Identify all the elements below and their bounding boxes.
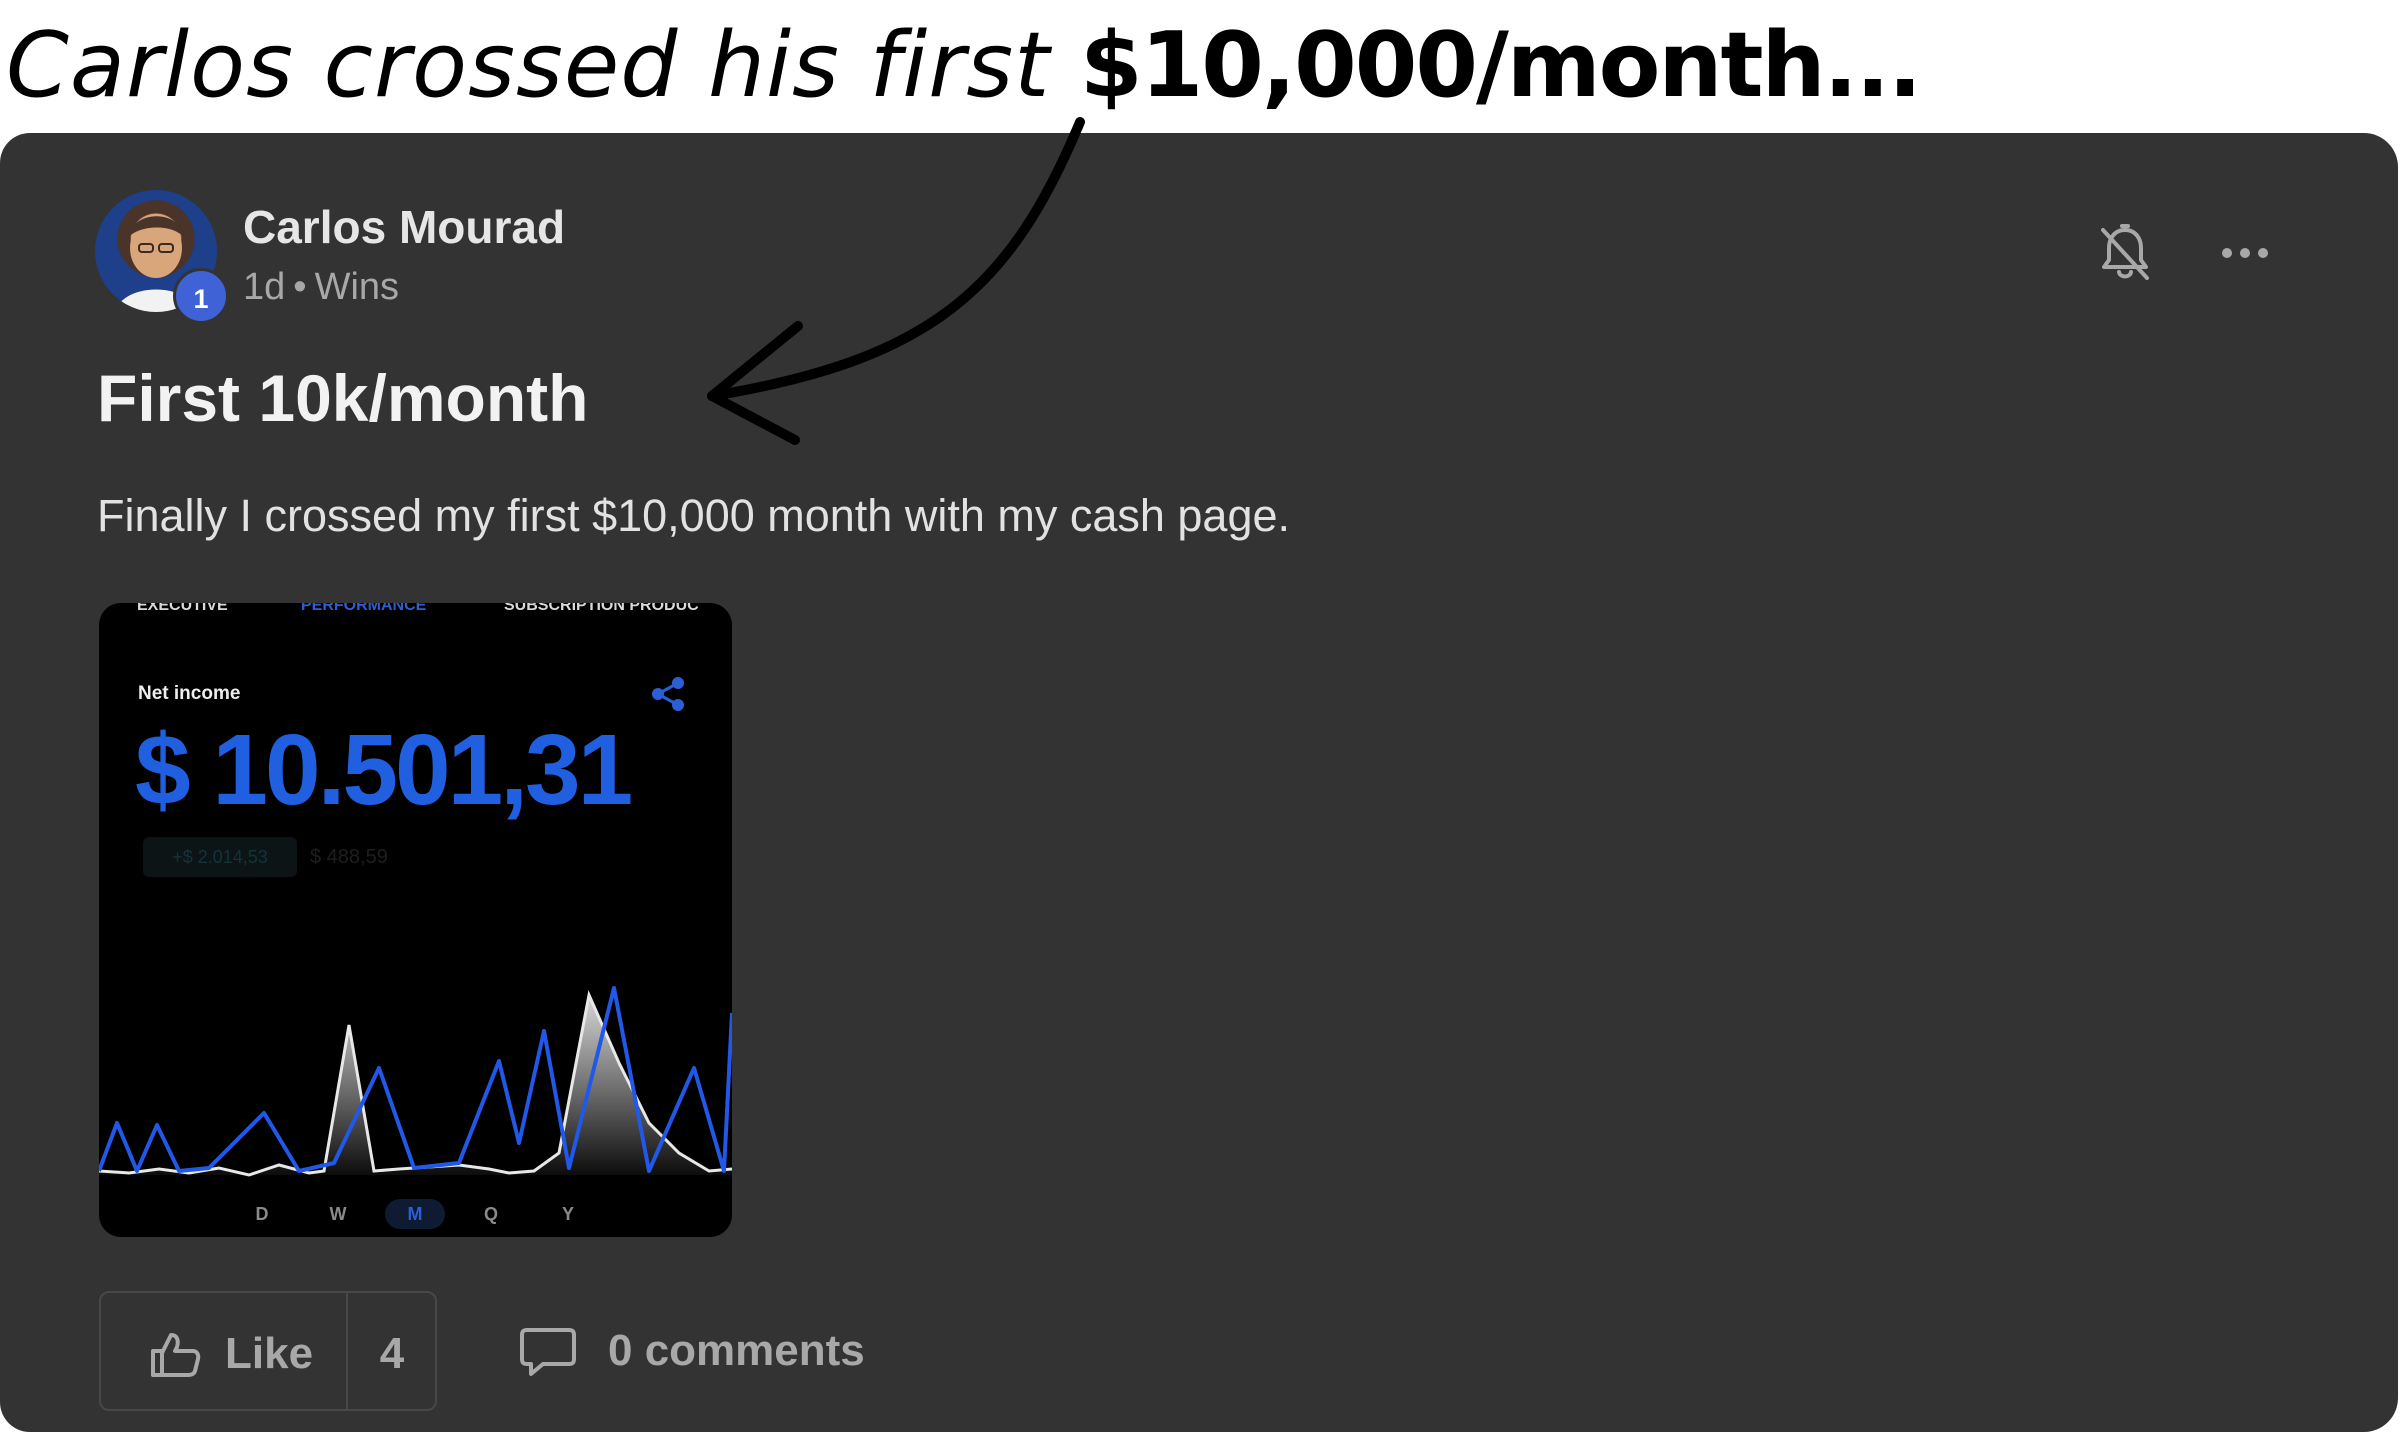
period-m: M: [385, 1199, 445, 1229]
caption-headline: Carlos crossed his first $10,000/month..…: [6, 6, 1922, 126]
post-meta: 1d • Wins: [243, 266, 399, 309]
caption-plain-text: Carlos crossed his first: [6, 13, 1081, 118]
like-button[interactable]: Like 4: [99, 1291, 437, 1411]
comment-bubble-icon[interactable]: [519, 1326, 577, 1378]
more-horizontal-icon[interactable]: [2215, 228, 2275, 278]
period-w: W: [329, 1204, 347, 1224]
avatar-level-badge: 1: [173, 268, 229, 324]
period-selector: D W M Q Y: [99, 1199, 732, 1229]
income-secondary-value: $ 488,59: [310, 846, 388, 868]
post-title[interactable]: First 10k/month: [97, 360, 588, 436]
screenshot-tab-subscription: SUBSCRIPTION PRODUC: [504, 603, 699, 614]
bell-muted-icon[interactable]: [2095, 222, 2155, 284]
comments-count[interactable]: 0 comments: [608, 1326, 865, 1376]
net-income-label: Net income: [138, 683, 241, 704]
screenshot-tab-performance: PERFORMANCE: [301, 603, 427, 614]
income-change-pill: +$ 2.014,53: [143, 837, 297, 877]
thumbs-up-icon: [151, 1333, 201, 1377]
like-count[interactable]: 4: [348, 1329, 436, 1379]
like-label: Like: [225, 1329, 314, 1378]
meta-separator: •: [293, 266, 307, 308]
post-category[interactable]: Wins: [315, 266, 399, 308]
attached-screenshot[interactable]: EXECUTIVE PERFORMANCE SUBSCRIPTION PRODU…: [99, 603, 732, 1237]
screenshot-tabs: EXECUTIVE PERFORMANCE SUBSCRIPTION PRODU…: [99, 603, 732, 621]
screenshot-tab-executive: EXECUTIVE: [137, 603, 228, 614]
income-white-area: [99, 995, 732, 1175]
net-income-value: $ 10.501,31: [135, 714, 633, 826]
period-d: D: [255, 1204, 269, 1224]
share-icon: [652, 677, 684, 711]
post-body: Finally I crossed my first $10,000 month…: [97, 490, 1291, 541]
period-q: Q: [483, 1204, 498, 1224]
post-age: 1d: [243, 266, 286, 308]
income-sparkline-chart: [99, 986, 732, 1177]
caption-bold-text: $10,000/month...: [1080, 13, 1922, 118]
author-name[interactable]: Carlos Mourad: [243, 200, 565, 254]
period-y: Y: [561, 1204, 574, 1224]
